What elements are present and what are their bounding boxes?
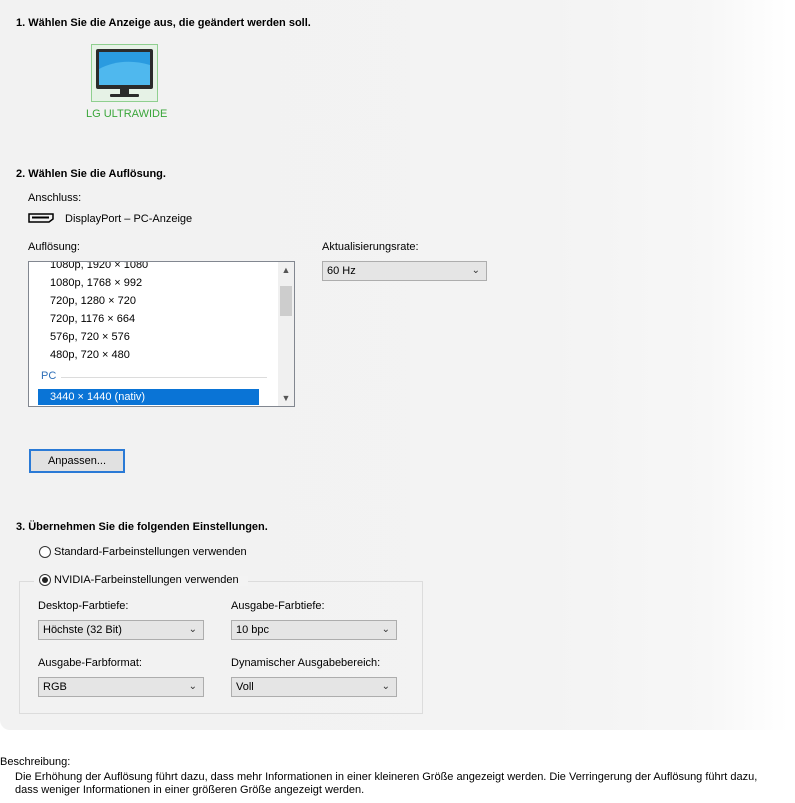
description-text: Die Erhöhung der Auflösung führt dazu, d… bbox=[15, 771, 758, 796]
resolution-item-selected[interactable]: 3440 × 1440 (nativ) bbox=[38, 389, 259, 405]
resolution-item[interactable]: 720p, 1280 × 720 bbox=[50, 295, 136, 307]
refresh-rate-label: Aktualisierungsrate: bbox=[322, 241, 419, 253]
dynamic-range-value: Voll bbox=[236, 681, 254, 693]
resolution-item[interactable]: 1080p, 1920 × 1080 bbox=[50, 262, 148, 271]
refresh-rate-dropdown[interactable]: 60 Hz ⌄ bbox=[322, 261, 487, 281]
connection-value: DisplayPort – PC-Anzeige bbox=[65, 213, 193, 225]
desktop-depth-value: Höchste (32 Bit) bbox=[43, 624, 122, 636]
chevron-down-icon: ⌄ bbox=[381, 681, 390, 692]
displayport-icon bbox=[28, 213, 54, 223]
desktop-depth-label: Desktop-Farbtiefe: bbox=[38, 600, 129, 612]
group-divider bbox=[61, 377, 267, 378]
radio-nvidia-label[interactable]: NVIDIA-Farbeinstellungen verwenden bbox=[54, 574, 239, 586]
resolution-item[interactable]: 1080p, 1768 × 992 bbox=[50, 277, 142, 289]
connection-label: Anschluss: bbox=[28, 192, 82, 204]
resolution-item[interactable]: 480p, 720 × 480 bbox=[50, 349, 130, 361]
resolution-group-pc: PC bbox=[41, 370, 57, 382]
output-format-dropdown[interactable]: RGB ⌄ bbox=[38, 677, 204, 697]
output-format-label: Ausgabe-Farbformat: bbox=[38, 657, 142, 669]
radio-nvidia-colors[interactable] bbox=[39, 574, 51, 586]
chevron-down-icon: ⌄ bbox=[188, 681, 197, 692]
scroll-up-arrow-icon[interactable]: ▲ bbox=[278, 265, 294, 275]
dynamic-range-dropdown[interactable]: Voll ⌄ bbox=[231, 677, 397, 697]
output-depth-value: 10 bpc bbox=[236, 624, 270, 636]
monitor-icon bbox=[96, 49, 153, 97]
scrollbar-thumb[interactable] bbox=[280, 286, 292, 316]
radio-default-label[interactable]: Standard-Farbeinstellungen verwenden bbox=[54, 546, 247, 558]
desktop-depth-dropdown[interactable]: Höchste (32 Bit) ⌄ bbox=[38, 620, 204, 640]
section3-heading: 3. Übernehmen Sie die folgenden Einstell… bbox=[16, 521, 268, 533]
dynamic-range-label: Dynamischer Ausgabebereich: bbox=[231, 657, 381, 669]
chevron-down-icon: ⌄ bbox=[471, 265, 480, 276]
refresh-rate-value: 60 Hz bbox=[327, 265, 356, 277]
resolution-item[interactable]: 576p, 720 × 576 bbox=[50, 331, 130, 343]
customize-button[interactable]: Anpassen... bbox=[29, 449, 125, 473]
chevron-down-icon: ⌄ bbox=[188, 624, 197, 635]
output-depth-dropdown[interactable]: 10 bpc ⌄ bbox=[231, 620, 397, 640]
radio-default-colors[interactable] bbox=[39, 546, 51, 558]
resolution-listbox[interactable]: 1080p, 1920 × 1080 1080p, 1768 × 992 720… bbox=[28, 261, 295, 407]
resolution-label: Auflösung: bbox=[28, 241, 80, 253]
listbox-scrollbar[interactable]: ▲ ▼ bbox=[278, 262, 294, 406]
scroll-down-arrow-icon[interactable]: ▼ bbox=[278, 393, 294, 403]
chevron-down-icon: ⌄ bbox=[381, 624, 390, 635]
section2-heading: 2. Wählen Sie die Auflösung. bbox=[16, 168, 166, 180]
section1-heading: 1. Wählen Sie die Anzeige aus, die geänd… bbox=[16, 17, 311, 29]
output-format-value: RGB bbox=[43, 681, 67, 693]
display-name: LG ULTRAWIDE bbox=[86, 108, 168, 120]
display-tile[interactable] bbox=[91, 44, 158, 102]
description-label: Beschreibung: bbox=[0, 756, 71, 768]
output-depth-label: Ausgabe-Farbtiefe: bbox=[231, 600, 325, 612]
resolution-item[interactable]: 720p, 1176 × 664 bbox=[50, 313, 135, 325]
